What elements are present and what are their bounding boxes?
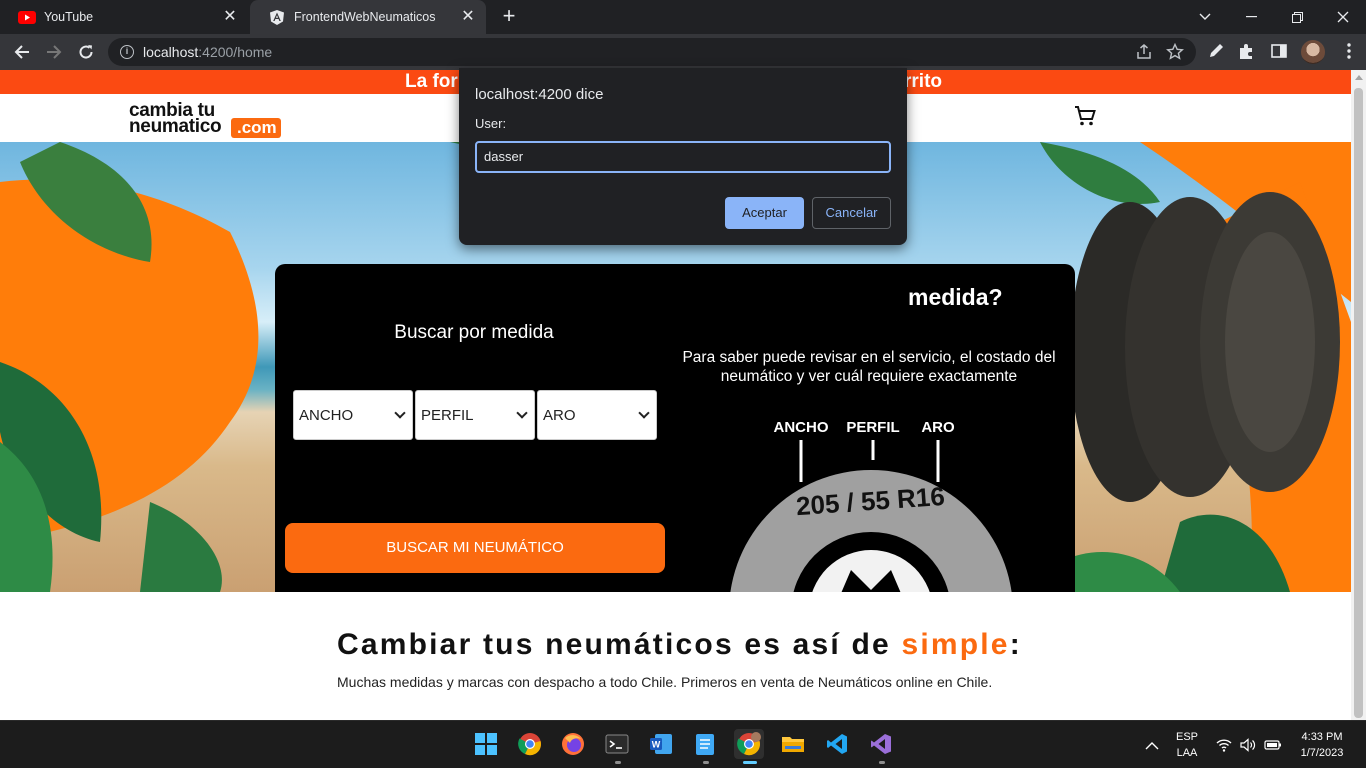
tab-strip: YouTube ✕ FrontendWebNeumaticos ✕ + xyxy=(0,0,1366,34)
close-tab-icon[interactable]: ✕ xyxy=(222,9,238,25)
language-top[interactable]: ESP xyxy=(1172,731,1202,743)
vscode-icon[interactable] xyxy=(822,729,852,759)
search-card: Buscar por medida ANCHO PERFIL ARO BUSCA… xyxy=(275,264,1075,592)
search-title: Buscar por medida xyxy=(394,322,554,343)
select-perfil[interactable]: PERFIL xyxy=(415,390,535,440)
angular-icon xyxy=(268,8,286,26)
youtube-icon xyxy=(18,8,36,26)
section-subline: Muchas medidas y marcas con despacho a t… xyxy=(337,674,993,690)
select-value: ANCHO xyxy=(299,406,354,424)
svg-text:W: W xyxy=(652,740,661,750)
running-indicator xyxy=(615,761,621,764)
page-scrollbar[interactable] xyxy=(1351,70,1366,720)
shopping-cart-icon[interactable] xyxy=(1073,104,1097,128)
windows-start-icon[interactable] xyxy=(471,729,501,759)
url-host: localhost xyxy=(143,44,199,60)
tab-frontendwebneumaticos[interactable]: FrontendWebNeumaticos ✕ xyxy=(250,0,486,34)
headline-accent: simple xyxy=(901,628,1010,661)
dialog-title: localhost:4200 dice xyxy=(475,86,604,103)
reload-icon[interactable] xyxy=(74,40,98,64)
scroll-up-arrow-icon[interactable] xyxy=(1355,75,1363,80)
intro-section: Cambiar tus neumáticos es así de simple:… xyxy=(0,592,1351,720)
close-tab-icon[interactable]: ✕ xyxy=(460,9,476,25)
prompt-dialog: localhost:4200 dice User: dasser Aceptar… xyxy=(459,68,907,245)
word-icon[interactable]: W xyxy=(646,729,676,759)
browser-toolbar: i localhost:4200/home xyxy=(0,34,1366,70)
back-arrow-icon[interactable] xyxy=(10,40,34,64)
visual-studio-icon[interactable] xyxy=(866,729,896,759)
select-ancho[interactable]: ANCHO xyxy=(293,390,413,440)
address-bar[interactable]: i localhost:4200/home xyxy=(108,38,1196,66)
chrome-icon[interactable] xyxy=(515,729,545,759)
headline-text: Cambiar tus neumáticos es así de xyxy=(337,628,902,661)
language-bottom[interactable]: LAA xyxy=(1172,747,1202,759)
select-value: PERFIL xyxy=(421,406,474,424)
promo-text-right: rrito xyxy=(904,71,942,92)
volume-icon[interactable] xyxy=(1240,738,1256,754)
select-value: ARO xyxy=(543,406,576,424)
search-tire-button[interactable]: BUSCAR MI NEUMÁTICO xyxy=(285,523,665,573)
scrollbar-thumb[interactable] xyxy=(1354,88,1363,718)
measure-question: medida? xyxy=(908,284,1003,310)
chevron-down-icon xyxy=(516,407,528,419)
diagram-label-aro: ARO xyxy=(921,419,955,436)
extensions-puzzle-icon[interactable] xyxy=(1238,42,1258,62)
wifi-icon[interactable] xyxy=(1216,738,1232,754)
minimize-icon[interactable] xyxy=(1228,0,1274,34)
section-headline: Cambiar tus neumáticos es así de simple: xyxy=(337,628,1022,662)
clock-date[interactable]: 1/7/2023 xyxy=(1296,747,1348,759)
new-tab-icon[interactable]: + xyxy=(498,5,520,28)
tab-search-chevron-down-icon[interactable] xyxy=(1182,0,1228,34)
logo-line-2: neumatico xyxy=(129,116,222,137)
chevron-down-icon xyxy=(638,407,650,419)
show-hidden-icons-chevron-up-icon[interactable] xyxy=(1145,738,1161,754)
notepad-icon[interactable] xyxy=(690,729,720,759)
site-logo[interactable]: cambia tu neumatico .com xyxy=(129,98,289,140)
headline-colon: : xyxy=(1009,628,1022,661)
logo-com-badge: .com xyxy=(231,118,281,138)
profile-avatar[interactable] xyxy=(1301,40,1325,64)
tab-title: YouTube xyxy=(44,10,94,24)
url-path: :4200/home xyxy=(198,44,273,60)
tab-title: FrontendWebNeumaticos xyxy=(294,10,436,24)
dialog-message: User: xyxy=(475,116,507,131)
measure-description: Para saber puede revisar en el servicio,… xyxy=(682,349,1056,385)
tab-youtube[interactable]: YouTube ✕ xyxy=(0,0,248,34)
restore-icon[interactable] xyxy=(1274,0,1320,34)
active-indicator xyxy=(743,761,757,764)
windows-taskbar: W ESP LAA 4:33 PM 1/7/2023 xyxy=(0,720,1366,768)
file-explorer-icon[interactable] xyxy=(778,729,808,759)
site-info-icon[interactable]: i xyxy=(120,45,134,59)
tire-size-diagram: ANCHO PERFIL ARO 205 / 55 R16 xyxy=(730,419,1012,592)
forward-arrow-icon[interactable] xyxy=(42,40,66,64)
clock-time[interactable]: 4:33 PM xyxy=(1296,731,1348,743)
diagram-label-perfil: PERFIL xyxy=(846,419,899,436)
diagram-label-ancho: ANCHO xyxy=(774,419,829,436)
more-menu-icon[interactable] xyxy=(1340,42,1360,62)
running-indicator xyxy=(879,761,885,764)
chevron-down-icon xyxy=(394,407,406,419)
close-window-icon[interactable] xyxy=(1320,0,1366,34)
dialog-user-input[interactable]: dasser xyxy=(475,141,891,173)
terminal-icon[interactable] xyxy=(602,729,632,759)
chrome-profile-icon[interactable] xyxy=(734,729,764,759)
pen-edit-icon[interactable] xyxy=(1207,42,1227,62)
firefox-icon[interactable] xyxy=(558,729,588,759)
cancel-button[interactable]: Cancelar xyxy=(812,197,891,229)
share-icon[interactable] xyxy=(1135,43,1153,61)
select-aro[interactable]: ARO xyxy=(537,390,657,440)
accept-button[interactable]: Aceptar xyxy=(725,197,804,229)
side-panel-icon[interactable] xyxy=(1270,42,1290,62)
battery-icon[interactable] xyxy=(1264,738,1281,754)
running-indicator xyxy=(703,761,709,764)
bookmark-star-icon[interactable] xyxy=(1166,42,1184,61)
